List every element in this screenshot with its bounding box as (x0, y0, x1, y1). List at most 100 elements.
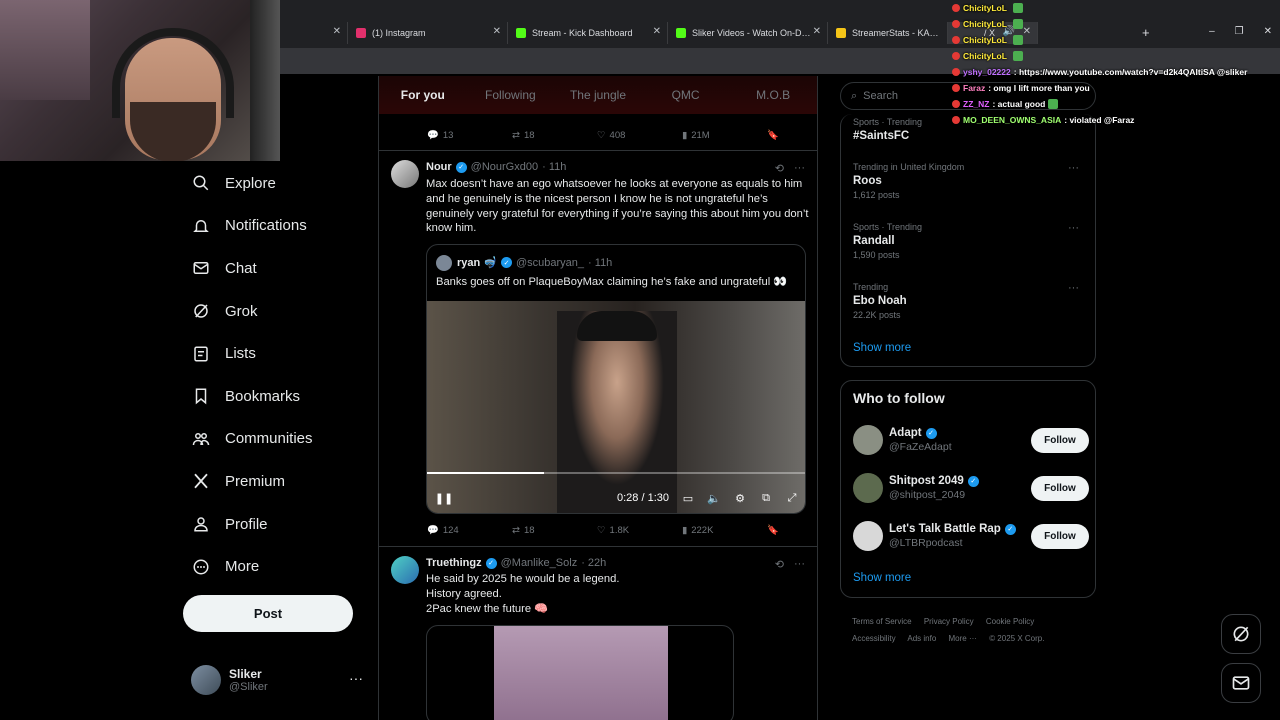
reply-icon: 💬 (427, 129, 439, 141)
pause-icon[interactable]: ❚❚ (431, 492, 457, 505)
show-more-link[interactable]: Show more (853, 342, 911, 354)
views-button[interactable]: ▮ 222K (682, 525, 767, 536)
footer-link[interactable]: Cookie Policy (986, 617, 1034, 626)
quoted-tweet[interactable]: ryan 🤿 ✓ @scubaryan_ · 11h Banks goes of… (426, 244, 806, 514)
timestamp[interactable]: · 22h (581, 557, 606, 569)
tab-the-jungle[interactable]: The jungle (554, 76, 642, 114)
footer-link[interactable]: Accessibility (852, 634, 896, 643)
tab-for-you[interactable]: For you (379, 76, 467, 114)
tab-kick-dashboard[interactable]: Stream - Kick Dashboard ✕ (508, 22, 668, 44)
more-icon[interactable]: ··· (1068, 162, 1079, 174)
footer-link[interactable]: Terms of Service (852, 617, 912, 626)
more-icon[interactable]: ··· (1068, 222, 1079, 234)
person-icon (191, 514, 211, 534)
volume-icon[interactable]: 🔈 (701, 492, 727, 505)
messages-button[interactable] (1221, 663, 1261, 703)
webcam-shelf (0, 0, 90, 100)
close-tab-icon[interactable]: ✕ (333, 26, 341, 37)
trend-item[interactable]: Trending Ebo Noah 22.2K posts ··· (853, 282, 1085, 320)
more-icon[interactable]: ··· (349, 670, 363, 686)
tab-instagram[interactable]: (1) Instagram ✕ (348, 22, 508, 44)
author-name[interactable]: Truethingz (426, 557, 482, 569)
post-button[interactable]: Post (183, 595, 353, 632)
tweet-line: He said by 2025 he would be a legend. (426, 573, 620, 585)
author-name[interactable]: Nour (426, 161, 452, 173)
tab-streamerstats[interactable]: StreamerStats - KALE96's Profile (828, 22, 948, 44)
close-tab-icon[interactable]: ✕ (653, 26, 661, 37)
trend-item[interactable]: Trending in United Kingdom Roos 1,612 po… (853, 162, 1085, 200)
nav-premium[interactable]: Premium (183, 460, 373, 503)
footer-link[interactable]: Ads info (907, 634, 936, 643)
left-nav: Explore Notifications Chat Grok Lists Bo… (183, 162, 373, 588)
video-time: 0:28 / 1:30 (617, 492, 669, 504)
footer-link[interactable]: More ··· (949, 634, 977, 643)
footer-link[interactable]: Privacy Policy (924, 617, 974, 626)
video-scrubber[interactable] (427, 472, 805, 474)
video-player[interactable]: ❚❚ 0:28 / 1:30 ▭ 🔈 ⚙ ⧉ ⤢ (427, 301, 805, 513)
nav-profile[interactable]: Profile (183, 503, 373, 546)
bookmark-button[interactable]: 🔖 (767, 130, 779, 141)
timestamp[interactable]: · 11h (542, 161, 566, 173)
tab-qmc[interactable]: QMC (642, 76, 730, 114)
author-handle[interactable]: @NourGxd00 (471, 161, 538, 173)
trend-name: Ebo Noah (853, 295, 907, 307)
like-button[interactable]: ♡ 1.8K (597, 525, 682, 536)
trend-item[interactable]: Sports · Trending Randall 1,590 posts ··… (853, 222, 1085, 260)
more-icon[interactable]: ··· (794, 162, 805, 175)
account-switcher[interactable]: Sliker @Sliker ··· (191, 662, 371, 698)
tweet-media[interactable] (426, 625, 734, 720)
captions-icon[interactable]: ▭ (675, 492, 701, 505)
more-icon[interactable]: ··· (1068, 282, 1079, 294)
views-button[interactable]: ▮ 21M (682, 130, 767, 141)
reply-button[interactable]: 💬 13 (427, 130, 512, 141)
stream-chat-overlay: ChicityLoL ChicityLoL ChicityLoL ChicityLoL… (952, 0, 1280, 128)
heart-icon: ♡ (597, 129, 606, 141)
nav-chat[interactable]: Chat (183, 247, 373, 290)
avatar[interactable] (391, 556, 419, 584)
follow-suggestion[interactable]: Let's Talk Battle Rap ✓ @LTBRpodcast Foll… (853, 520, 1089, 552)
nav-more[interactable]: More (183, 545, 373, 588)
close-tab-icon[interactable]: ✕ (493, 26, 501, 37)
reply-icon: 💬 (427, 524, 439, 536)
nav-explore[interactable]: Explore (183, 162, 373, 205)
like-button[interactable]: ♡ 408 (597, 130, 682, 141)
tab-empty[interactable]: ✕ (280, 22, 348, 44)
divider (379, 150, 817, 151)
grok-icon[interactable]: ⟲ (775, 162, 784, 175)
repost-button[interactable]: ⇄ 18 (512, 525, 597, 536)
fullscreen-icon[interactable]: ⤢ (779, 492, 805, 505)
webcam-overlay (0, 0, 280, 161)
grok-icon[interactable]: ⟲ (775, 558, 784, 571)
grok-button[interactable] (1221, 614, 1261, 654)
verified-icon: ✓ (1004, 523, 1016, 535)
list-icon (191, 344, 211, 364)
settings-icon[interactable]: ⚙ (727, 492, 753, 505)
nav-bookmarks[interactable]: Bookmarks (183, 375, 373, 418)
nav-label: Bookmarks (225, 387, 301, 405)
pip-icon[interactable]: ⧉ (753, 492, 779, 505)
show-more-link[interactable]: Show more (853, 572, 911, 584)
nav-lists[interactable]: Lists (183, 332, 373, 375)
follow-suggestion[interactable]: Adapt ✓ @FaZeAdapt Follow (853, 424, 1089, 456)
reply-button[interactable]: 💬 124 (427, 525, 512, 536)
nav-notifications[interactable]: Notifications (183, 205, 373, 248)
author-handle[interactable]: @Manlike_Solz (501, 557, 578, 569)
view-count: 21M (691, 129, 710, 141)
repost-button[interactable]: ⇄ 18 (512, 130, 597, 141)
nav-grok[interactable]: Grok (183, 290, 373, 333)
repost-count: 18 (523, 129, 535, 141)
tweet-header: Nour ✓ @NourGxd00 · 11h (426, 161, 566, 173)
follow-button[interactable]: Follow (1031, 475, 1089, 501)
tab-following[interactable]: Following (467, 76, 555, 114)
bookmark-button[interactable]: 🔖 (767, 525, 779, 536)
close-tab-icon[interactable]: ✕ (813, 26, 821, 37)
tab-mob[interactable]: M.O.B (729, 76, 817, 114)
avatar[interactable] (391, 160, 419, 188)
follow-suggestion[interactable]: Shitpost 2049 ✓ @shitpost_2049 Follow (853, 472, 1089, 504)
follow-button[interactable]: Follow (1031, 523, 1089, 549)
account-handle: @LTBRpodcast (889, 537, 963, 549)
follow-button[interactable]: Follow (1031, 427, 1089, 453)
tab-sliker-videos[interactable]: Sliker Videos - Watch On-Demand ✕ (668, 22, 828, 44)
more-icon[interactable]: ··· (794, 558, 805, 571)
nav-communities[interactable]: Communities (183, 418, 373, 461)
